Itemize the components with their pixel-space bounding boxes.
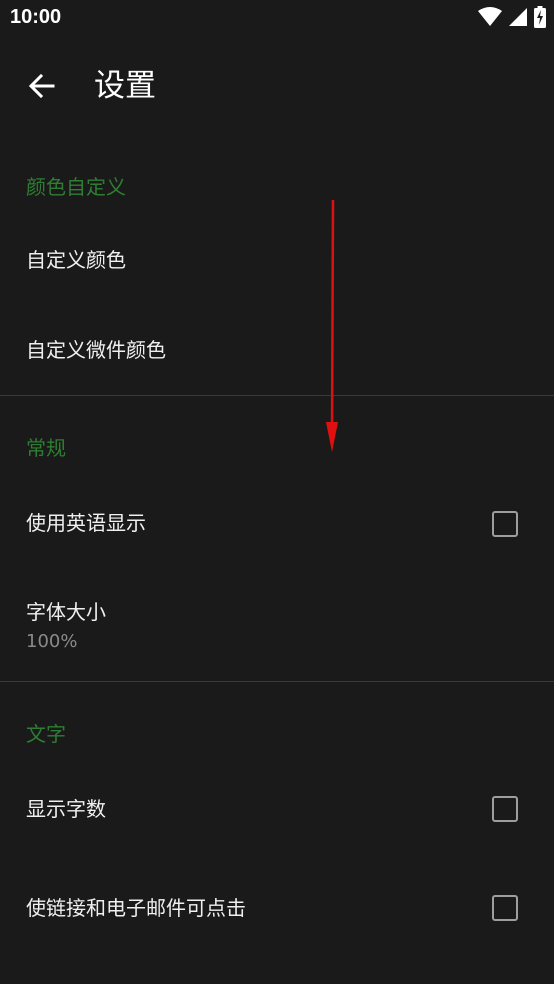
pref-word-count[interactable]: 显示字数 bbox=[0, 762, 554, 856]
cell-signal-icon bbox=[508, 7, 528, 31]
pref-title: 显示字数 bbox=[26, 797, 106, 821]
pref-custom-color[interactable]: 自定义颜色 bbox=[0, 214, 554, 304]
status-icons bbox=[478, 6, 546, 32]
arrow-left-icon bbox=[28, 72, 56, 104]
pref-title: 使用英语显示 bbox=[26, 511, 146, 535]
use-english-checkbox[interactable] bbox=[492, 511, 518, 537]
pref-widget-color[interactable]: 自定义微件颜色 bbox=[0, 304, 554, 394]
pref-clickable-links[interactable]: 使链接和电子邮件可点击 bbox=[0, 856, 554, 960]
status-time: 10:00 bbox=[10, 6, 62, 28]
status-bar: 10:00 bbox=[0, 0, 554, 40]
pref-title: 使链接和电子邮件可点击 bbox=[26, 896, 246, 920]
word-count-checkbox[interactable] bbox=[492, 796, 518, 822]
page-title: 设置 bbox=[94, 68, 156, 104]
pref-title: 自定义微件颜色 bbox=[26, 338, 166, 362]
pref-use-english[interactable]: 使用英语显示 bbox=[0, 478, 554, 570]
back-button[interactable] bbox=[18, 64, 66, 112]
pref-font-size[interactable]: 字体大小 100% bbox=[0, 570, 554, 680]
app-bar: 设置 bbox=[0, 40, 554, 136]
battery-charging-icon bbox=[534, 6, 546, 32]
pref-title: 自定义颜色 bbox=[26, 248, 126, 272]
section-divider bbox=[0, 395, 554, 396]
section-header-text: 文字 bbox=[26, 722, 66, 746]
section-divider bbox=[0, 681, 554, 682]
wifi-icon bbox=[478, 7, 502, 31]
section-header-color: 颜色自定义 bbox=[26, 175, 126, 199]
clickable-links-checkbox[interactable] bbox=[492, 895, 518, 921]
pref-summary: 100% bbox=[26, 631, 78, 652]
pref-title: 字体大小 bbox=[26, 600, 106, 624]
section-header-general: 常规 bbox=[26, 436, 66, 460]
